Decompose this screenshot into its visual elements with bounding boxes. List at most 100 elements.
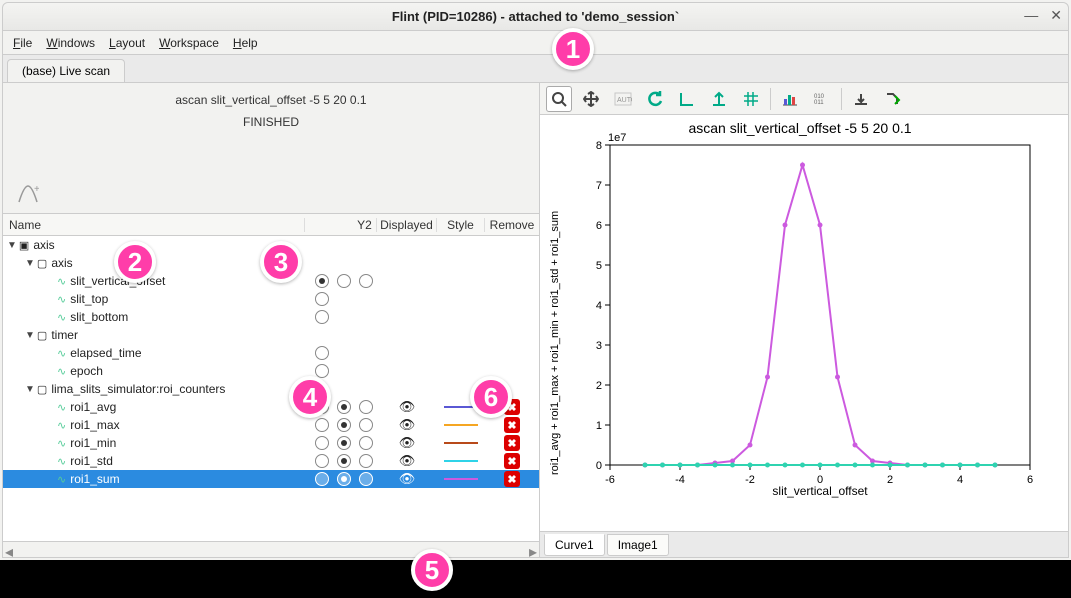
scan-status: FINISHED (3, 111, 539, 133)
doc-tab[interactable]: (base) Live scan (7, 59, 125, 82)
tree-toggle[interactable]: ▼ (7, 240, 17, 251)
style-swatch[interactable] (444, 460, 478, 462)
radio-y1[interactable] (337, 418, 351, 432)
radio-y1[interactable] (337, 436, 351, 450)
signal-icon: ∿ (57, 293, 66, 306)
remove-button[interactable]: ✖ (504, 453, 520, 469)
signal-icon: ∿ (57, 365, 66, 378)
marker-icon[interactable] (706, 86, 732, 112)
radio-y2[interactable] (359, 274, 373, 288)
scroll-right-icon[interactable]: ▸ (529, 542, 537, 557)
signal-icon: ∿ (57, 419, 66, 432)
radio-y2[interactable] (359, 418, 373, 432)
col-displayed[interactable]: Displayed (377, 218, 437, 232)
tree-item[interactable]: roi1_max (70, 418, 119, 432)
close-icon[interactable]: ✕ (1050, 7, 1062, 24)
tree-item[interactable]: roi1_sum (70, 472, 119, 486)
grid-icon[interactable] (738, 86, 764, 112)
binary-icon[interactable]: 010011 (809, 86, 835, 112)
remove-button[interactable]: ✖ (504, 435, 520, 451)
axes-icon[interactable] (674, 86, 700, 112)
export-icon[interactable] (880, 86, 906, 112)
svg-text:011: 011 (814, 100, 824, 106)
eye-icon[interactable]: 👁 (399, 417, 416, 433)
callout-2: 2 (114, 241, 156, 283)
col-name[interactable]: Name (3, 218, 305, 232)
svg-text:-6: -6 (605, 474, 615, 486)
tree-item[interactable]: slit_vertical_offset (70, 274, 165, 288)
plot-area[interactable]: roi1_avg + roi1_max + roi1_min + roi1_st… (540, 115, 1068, 531)
radio-y1[interactable] (337, 454, 351, 468)
radio-y2[interactable] (359, 454, 373, 468)
eye-icon[interactable]: 👁 (399, 453, 416, 469)
col-style[interactable]: Style (437, 218, 485, 232)
tree-group-label: axis (51, 256, 72, 270)
callout-1: 1 (552, 28, 594, 70)
remove-button[interactable]: ✖ (504, 471, 520, 487)
tree-item[interactable]: roi1_min (70, 436, 116, 450)
style-swatch[interactable] (444, 478, 478, 480)
radio-y1[interactable] (337, 400, 351, 414)
eye-icon[interactable]: 👁 (399, 399, 416, 415)
tree-toggle[interactable]: ▼ (25, 330, 35, 341)
svg-text:2: 2 (887, 474, 893, 486)
tree-toggle[interactable]: ▼ (25, 258, 35, 269)
menu-help[interactable]: Help (233, 36, 258, 50)
menu-workspace[interactable]: Workspace (159, 36, 219, 50)
signal-icon: ∿ (57, 437, 66, 450)
tree-item[interactable]: roi1_avg (70, 400, 116, 414)
signal-icon: ∿ (57, 347, 66, 360)
remove-button[interactable]: ✖ (504, 417, 520, 433)
radio-y1[interactable] (337, 472, 351, 486)
tab-image[interactable]: Image1 (607, 534, 669, 556)
tree-item[interactable]: elapsed_time (70, 346, 141, 360)
radio-x[interactable] (315, 346, 329, 360)
style-swatch[interactable] (444, 424, 478, 426)
col-remove[interactable]: Remove (485, 218, 539, 232)
signal-icon: ∿ (57, 311, 66, 324)
scroll-left-icon[interactable]: ◂ (5, 542, 13, 557)
refresh-icon[interactable] (642, 86, 668, 112)
tree-item[interactable]: roi1_std (70, 454, 113, 468)
import-icon[interactable] (848, 86, 874, 112)
callout-6: 6 (470, 376, 512, 418)
tab-curve[interactable]: Curve1 (544, 534, 605, 556)
radio-x[interactable] (315, 454, 329, 468)
tree-toggle[interactable]: ▼ (25, 384, 35, 395)
radio-x[interactable] (315, 472, 329, 486)
menu-file[interactable]: File (13, 36, 32, 50)
style-swatch[interactable] (444, 442, 478, 444)
plot-title: ascan slit_vertical_offset -5 5 20 0.1 (688, 120, 911, 136)
radio-x[interactable] (315, 436, 329, 450)
tree-item[interactable]: slit_bottom (70, 310, 128, 324)
histogram-icon[interactable] (777, 86, 803, 112)
zoom-rect-icon[interactable]: AUTO (610, 86, 636, 112)
radio-y2[interactable] (359, 400, 373, 414)
eye-icon[interactable]: 👁 (399, 435, 416, 451)
add-peak-icon[interactable]: + (17, 184, 39, 209)
eye-icon[interactable]: 👁 (399, 471, 416, 487)
menu-windows[interactable]: Windows (46, 36, 95, 50)
menu-layout[interactable]: Layout (109, 36, 145, 50)
radio-x[interactable] (315, 364, 329, 378)
svg-text:+: + (34, 184, 39, 195)
tree-group-label: lima_slits_simulator:roi_counters (51, 382, 225, 396)
col-y2[interactable]: Y2 (353, 218, 377, 232)
tree-item[interactable]: slit_top (70, 292, 108, 306)
zoom-icon[interactable] (546, 86, 572, 112)
minimize-icon[interactable]: — (1024, 7, 1038, 24)
radio-y1[interactable] (337, 274, 351, 288)
radio-x[interactable] (315, 274, 329, 288)
radio-x[interactable] (315, 418, 329, 432)
titlebar[interactable]: Flint (PID=10286) - attached to 'demo_se… (3, 3, 1068, 31)
tree-root: axis (33, 238, 54, 252)
svg-text:7: 7 (596, 180, 602, 192)
radio-x[interactable] (315, 292, 329, 306)
pan-icon[interactable] (578, 86, 604, 112)
radio-x[interactable] (315, 310, 329, 324)
radio-y2[interactable] (359, 436, 373, 450)
svg-text:3: 3 (596, 340, 602, 352)
tree-item[interactable]: epoch (70, 364, 103, 378)
tree-body[interactable]: ▼▣axis ▼▢axis ∿slit_vertical_offset ∿sli… (3, 236, 539, 541)
radio-y2[interactable] (359, 472, 373, 486)
